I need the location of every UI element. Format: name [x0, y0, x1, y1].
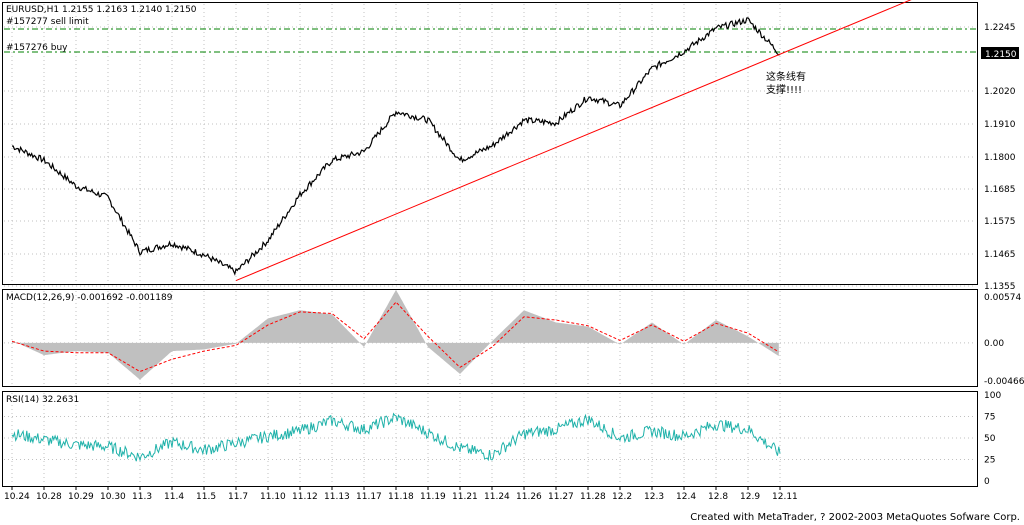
main-title: EURUSD,H1 1.2155 1.2163 1.2140 1.2150	[6, 5, 197, 15]
order-label-buy: #157276 buy	[6, 43, 68, 53]
price-tick-label: 1.1685	[984, 185, 1016, 195]
rsi-tick-label: 0	[984, 477, 990, 487]
price-tick-label: 1.1800	[984, 153, 1016, 163]
time-label: 11.26	[516, 492, 542, 502]
macd-tick-label: 0.00	[984, 339, 1004, 349]
macd-title: MACD(12,26,9) -0.001692 -0.001189	[6, 293, 173, 303]
rsi-tick-label: 100	[984, 391, 1001, 401]
price-tick-label: 1.1910	[984, 120, 1016, 130]
price-tick-label: 1.2245	[984, 23, 1016, 33]
rsi-title: RSI(14) 32.2631	[6, 395, 79, 405]
footer-credit: Created with MetaTrader, ? 2002-2003 Met…	[690, 512, 1020, 523]
time-label: 11.17	[356, 492, 382, 502]
time-label: 12.11	[772, 492, 798, 502]
order-label-sell: #157277 sell limit	[6, 17, 89, 27]
time-label: 10.28	[36, 492, 62, 502]
time-label: 11.24	[484, 492, 510, 502]
time-label: 11.18	[388, 492, 414, 502]
rsi-tick-label: 75	[984, 413, 995, 423]
macd-tick-label: 0.00574	[984, 293, 1021, 303]
chart-background	[0, 0, 1024, 525]
rsi-tick-label: 25	[984, 456, 995, 466]
time-label: 12.2	[612, 492, 632, 502]
time-label: 10.30	[100, 492, 126, 502]
time-label: 11.19	[420, 492, 446, 502]
price-tick-label: 1.1465	[984, 250, 1016, 260]
time-label: 11.10	[260, 492, 286, 502]
time-label: 11.28	[580, 492, 606, 502]
time-label: 11.3	[132, 492, 152, 502]
price-tick-label: 1.2020	[984, 87, 1016, 97]
time-label: 10.24	[4, 492, 30, 502]
annotation-line-2: 支撑!!!!	[766, 83, 802, 96]
price-tick-label: 1.1575	[984, 217, 1016, 227]
annotation-line-1: 这条线有	[766, 70, 806, 83]
time-label: 12.8	[708, 492, 728, 502]
time-label: 12.4	[676, 492, 696, 502]
time-label: 11.5	[196, 492, 216, 502]
time-label: 12.3	[644, 492, 664, 502]
time-label: 10.29	[68, 492, 94, 502]
time-label: 11.7	[228, 492, 248, 502]
time-label: 12.9	[740, 492, 760, 502]
time-label: 11.4	[164, 492, 184, 502]
chart-window: EURUSD,H1 1.2155 1.2163 1.2140 1.2150 #1…	[0, 0, 1024, 525]
rsi-tick-label: 50	[984, 434, 996, 444]
macd-tick-label: -0.00466	[984, 377, 1024, 387]
time-label: 11.13	[324, 492, 350, 502]
time-label: 11.12	[292, 492, 318, 502]
current-price-label: 1.2150	[985, 50, 1017, 60]
time-label: 11.27	[548, 492, 574, 502]
price-tick-label: 1.1355	[984, 282, 1016, 292]
time-label: 11.21	[452, 492, 478, 502]
